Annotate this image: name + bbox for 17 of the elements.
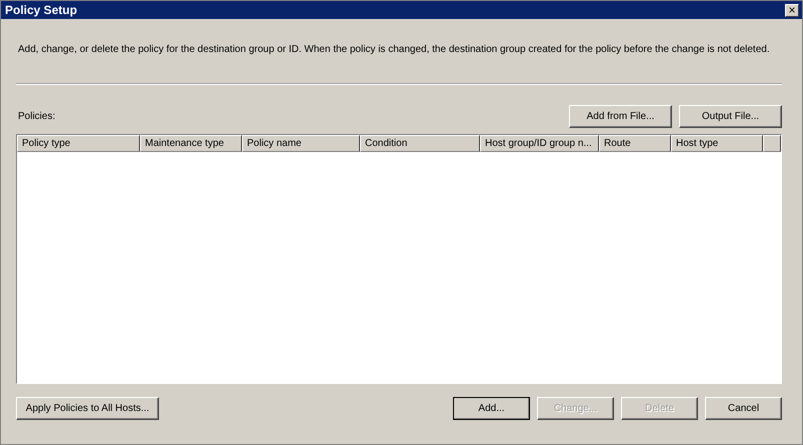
- column-header[interactable]: Host group/ID group n...: [480, 135, 599, 152]
- action-button[interactable]: Cancel: [705, 397, 782, 420]
- close-button[interactable]: ×: [785, 4, 799, 16]
- policies-label: Policies:: [18, 111, 56, 122]
- column-header[interactable]: Route: [599, 135, 671, 152]
- window-title: Policy Setup: [5, 3, 78, 17]
- file-button[interactable]: Add from File...: [569, 105, 672, 128]
- column-header[interactable]: Maintenance type: [140, 135, 242, 152]
- column-header[interactable]: Policy name: [242, 135, 360, 152]
- file-button[interactable]: Output File...: [679, 105, 782, 128]
- column-header[interactable]: Condition: [360, 135, 480, 152]
- column-header[interactable]: Host type: [671, 135, 763, 152]
- description-text: Add, change, or delete the policy for the destination group or ID. When the policy is changed, the destination group created for the policy before the change is not deleted.: [18, 44, 771, 55]
- apply-button[interactable]: Apply Policies to All Hosts...: [16, 397, 159, 420]
- column-header[interactable]: Policy type: [17, 135, 140, 152]
- policy-list[interactable]: Policy type Maintenance type Policy name Condition Host group/ID group n... Route Host type: [16, 134, 782, 384]
- action-button[interactable]: Add...: [453, 397, 530, 420]
